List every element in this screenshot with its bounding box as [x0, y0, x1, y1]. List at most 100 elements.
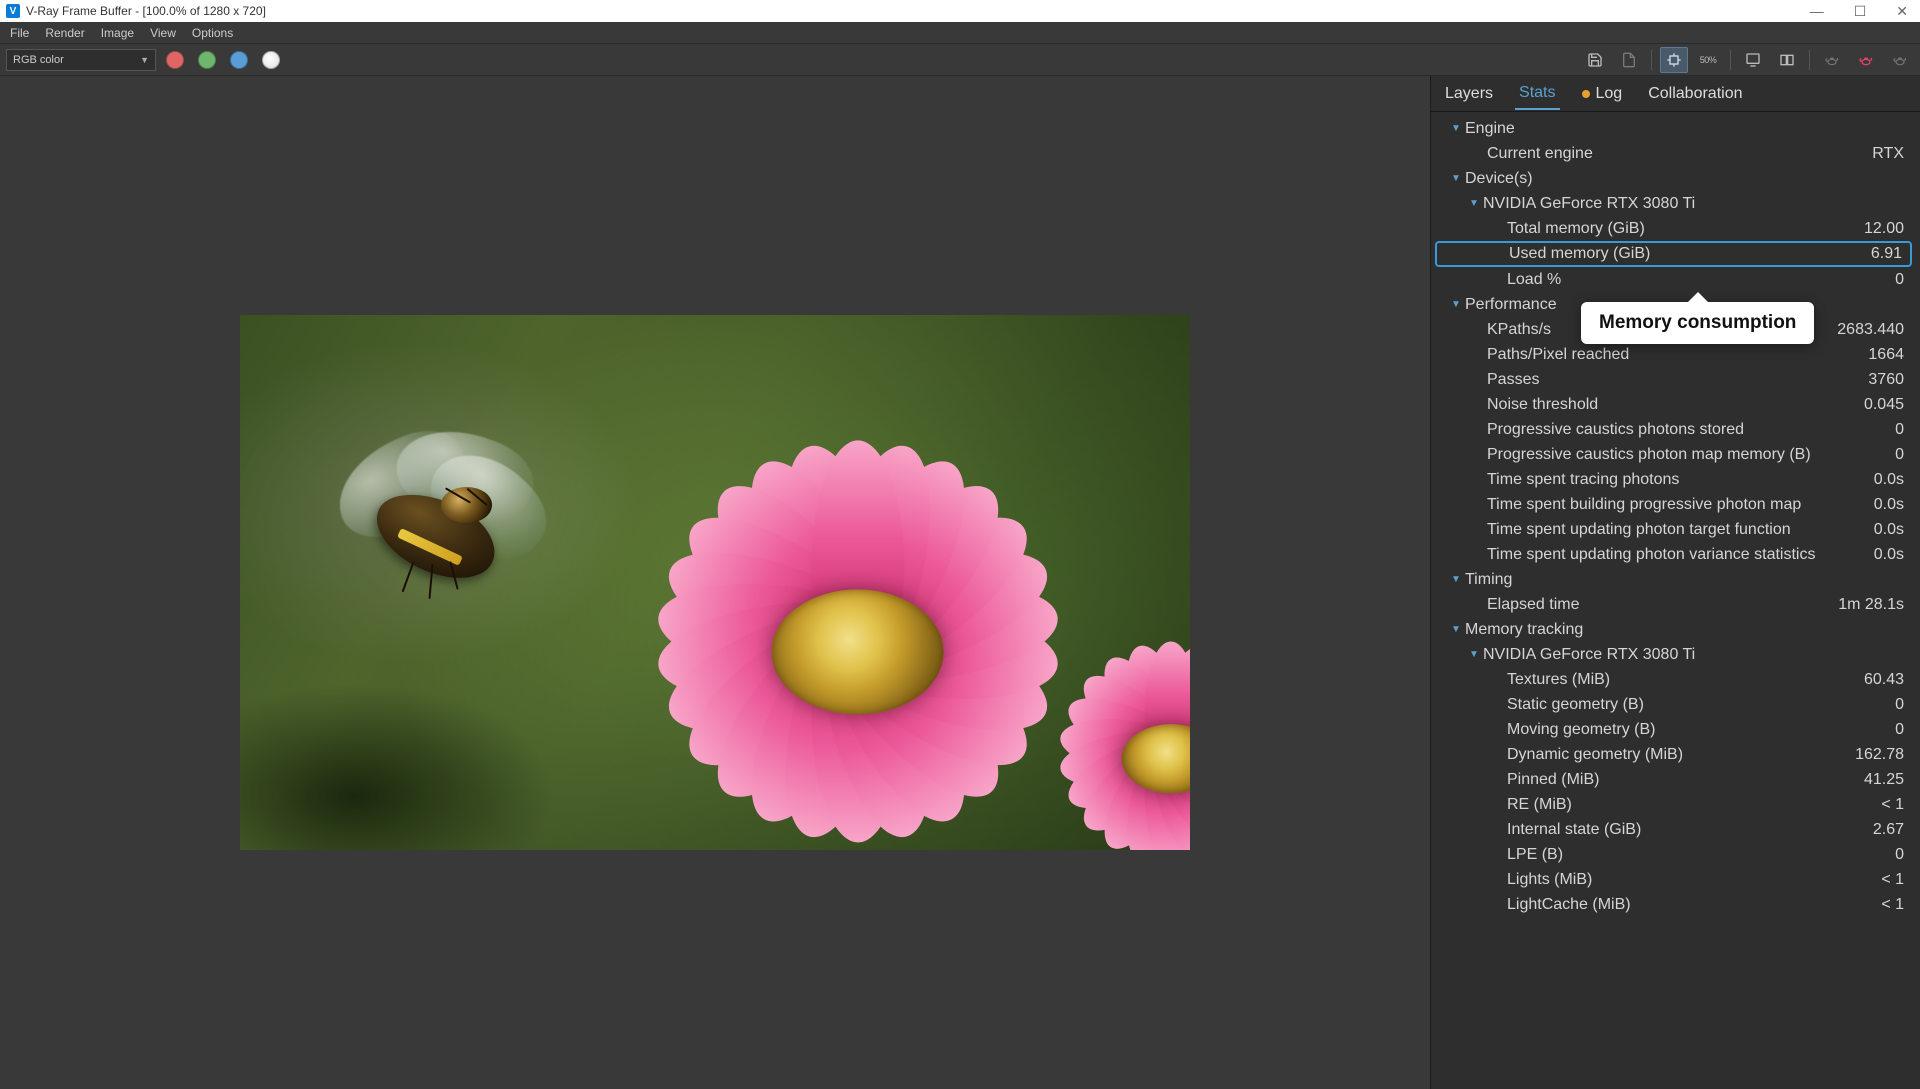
- stat-value: 0.0s: [1874, 496, 1908, 514]
- stat-static-geom: Static geometry (B)0: [1435, 692, 1912, 717]
- stat-value: < 1: [1881, 896, 1908, 914]
- stat-label: Pinned (MiB): [1507, 771, 1864, 789]
- stat-label: Noise threshold: [1487, 396, 1864, 414]
- stat-lightcache: LightCache (MiB)< 1: [1435, 892, 1912, 917]
- stat-label: Moving geometry (B): [1507, 721, 1895, 739]
- stat-value: 1m 28.1s: [1838, 596, 1908, 614]
- menu-image[interactable]: Image: [101, 26, 134, 40]
- tab-collaboration[interactable]: Collaboration: [1644, 79, 1746, 109]
- menu-options[interactable]: Options: [192, 26, 233, 40]
- channel-dropdown[interactable]: RGB color ▼: [6, 49, 156, 71]
- menu-view[interactable]: View: [150, 26, 176, 40]
- stat-label: Progressive caustics photon map memory (…: [1487, 446, 1895, 464]
- stat-value: < 1: [1881, 796, 1908, 814]
- stat-moving-geom: Moving geometry (B)0: [1435, 717, 1912, 742]
- stat-lights: Lights (MiB)< 1: [1435, 867, 1912, 892]
- stat-label: Time spent building progressive photon m…: [1487, 496, 1874, 514]
- stats-device0-group[interactable]: NVIDIA GeForce RTX 3080 Ti: [1435, 191, 1912, 216]
- group-label: Memory tracking: [1465, 621, 1908, 639]
- stats-tree[interactable]: Engine Current engineRTX Device(s) NVIDI…: [1431, 112, 1920, 1089]
- stat-label: Total memory (GiB): [1507, 220, 1864, 238]
- menu-file[interactable]: File: [10, 26, 29, 40]
- stat-value: 0: [1895, 446, 1908, 464]
- menu-render[interactable]: Render: [45, 26, 84, 40]
- window-title: V-Ray Frame Buffer - [100.0% of 1280 x 7…: [26, 4, 266, 18]
- load-image-button[interactable]: [1615, 47, 1643, 73]
- expand-icon: [1449, 573, 1463, 587]
- stat-value: 0: [1895, 846, 1908, 864]
- minimize-button[interactable]: —: [1804, 3, 1830, 20]
- render-viewport[interactable]: [0, 76, 1430, 1089]
- expand-icon: [1449, 298, 1463, 312]
- stat-label: Static geometry (B): [1507, 696, 1895, 714]
- tab-layers[interactable]: Layers: [1441, 79, 1497, 109]
- stat-internal-state: Internal state (GiB)2.67: [1435, 817, 1912, 842]
- chevron-down-icon: ▼: [140, 55, 149, 65]
- stat-lpe: LPE (B)0: [1435, 842, 1912, 867]
- stat-value: 0: [1895, 696, 1908, 714]
- close-button[interactable]: ✕: [1890, 3, 1914, 20]
- channel-red-swatch[interactable]: [166, 51, 184, 69]
- tab-log-label: Log: [1596, 85, 1623, 103]
- warning-dot-icon: [1582, 90, 1590, 98]
- separator: [1651, 50, 1652, 70]
- separator: [1730, 50, 1731, 70]
- maximize-button[interactable]: ☐: [1848, 3, 1873, 20]
- stat-value: 2683.440: [1837, 321, 1908, 339]
- zoom-label: 50%: [1700, 55, 1717, 65]
- document-icon: [1621, 52, 1637, 68]
- group-label: Device(s): [1465, 170, 1908, 188]
- stats-engine-group[interactable]: Engine: [1435, 116, 1912, 141]
- stat-value: 0.0s: [1874, 521, 1908, 539]
- render-image: [240, 315, 1190, 849]
- channel-mono-swatch[interactable]: [262, 51, 280, 69]
- save-icon: [1587, 52, 1603, 68]
- stat-label: Time spent updating photon variance stat…: [1487, 546, 1874, 564]
- stat-label: Progressive caustics photons stored: [1487, 421, 1895, 439]
- stat-label: Lights (MiB): [1507, 871, 1881, 889]
- expand-icon: [1467, 648, 1481, 662]
- stat-label: Internal state (GiB): [1507, 821, 1873, 839]
- stat-dynamic-geom: Dynamic geometry (MiB)162.78: [1435, 742, 1912, 767]
- zoom-fit-button[interactable]: 50%: [1694, 47, 1722, 73]
- save-image-button[interactable]: [1581, 47, 1609, 73]
- tab-stats[interactable]: Stats: [1515, 78, 1559, 110]
- stat-caustics-photons: Progressive caustics photons stored0: [1435, 417, 1912, 442]
- stat-value: 162.78: [1855, 746, 1908, 764]
- stat-current-engine: Current engineRTX: [1435, 141, 1912, 166]
- stats-memory-tracking-group[interactable]: Memory tracking: [1435, 617, 1912, 642]
- stat-pinned: Pinned (MiB)41.25: [1435, 767, 1912, 792]
- channel-green-swatch[interactable]: [198, 51, 216, 69]
- stats-timing-group[interactable]: Timing: [1435, 567, 1912, 592]
- stat-value: 0.045: [1864, 396, 1908, 414]
- interactive-render-button[interactable]: [1852, 47, 1880, 73]
- stop-render-button[interactable]: [1886, 47, 1914, 73]
- stats-devices-group[interactable]: Device(s): [1435, 166, 1912, 191]
- expand-icon: [1449, 623, 1463, 637]
- panel-tabs: Layers Stats Log Collaboration: [1431, 76, 1920, 112]
- render-last-button[interactable]: [1818, 47, 1846, 73]
- picker-button[interactable]: [1739, 47, 1767, 73]
- compare-button[interactable]: [1773, 47, 1801, 73]
- channel-blue-swatch[interactable]: [230, 51, 248, 69]
- stat-label: Paths/Pixel reached: [1487, 346, 1868, 364]
- teapot-icon: [1824, 52, 1840, 68]
- stat-textures: Textures (MiB)60.43: [1435, 667, 1912, 692]
- stat-label: LightCache (MiB): [1507, 896, 1881, 914]
- separator: [1809, 50, 1810, 70]
- stat-label: Passes: [1487, 371, 1868, 389]
- region-select-button[interactable]: [1660, 47, 1688, 73]
- tab-log[interactable]: Log: [1578, 79, 1627, 109]
- stat-label: Used memory (GiB): [1509, 245, 1871, 263]
- stat-value: 6.91: [1871, 245, 1906, 263]
- stat-value: 0.0s: [1874, 546, 1908, 564]
- stat-value: 0.0s: [1874, 471, 1908, 489]
- stats-panel: Layers Stats Log Collaboration Engine Cu…: [1430, 76, 1920, 1089]
- group-label: NVIDIA GeForce RTX 3080 Ti: [1483, 646, 1908, 664]
- stat-caustics-memory: Progressive caustics photon map memory (…: [1435, 442, 1912, 467]
- stats-memtrack-device0-group[interactable]: NVIDIA GeForce RTX 3080 Ti: [1435, 642, 1912, 667]
- crosshair-icon: [1666, 52, 1682, 68]
- stat-value: RTX: [1872, 145, 1908, 163]
- teapot-active-icon: [1858, 52, 1874, 68]
- stat-value: 1664: [1868, 346, 1908, 364]
